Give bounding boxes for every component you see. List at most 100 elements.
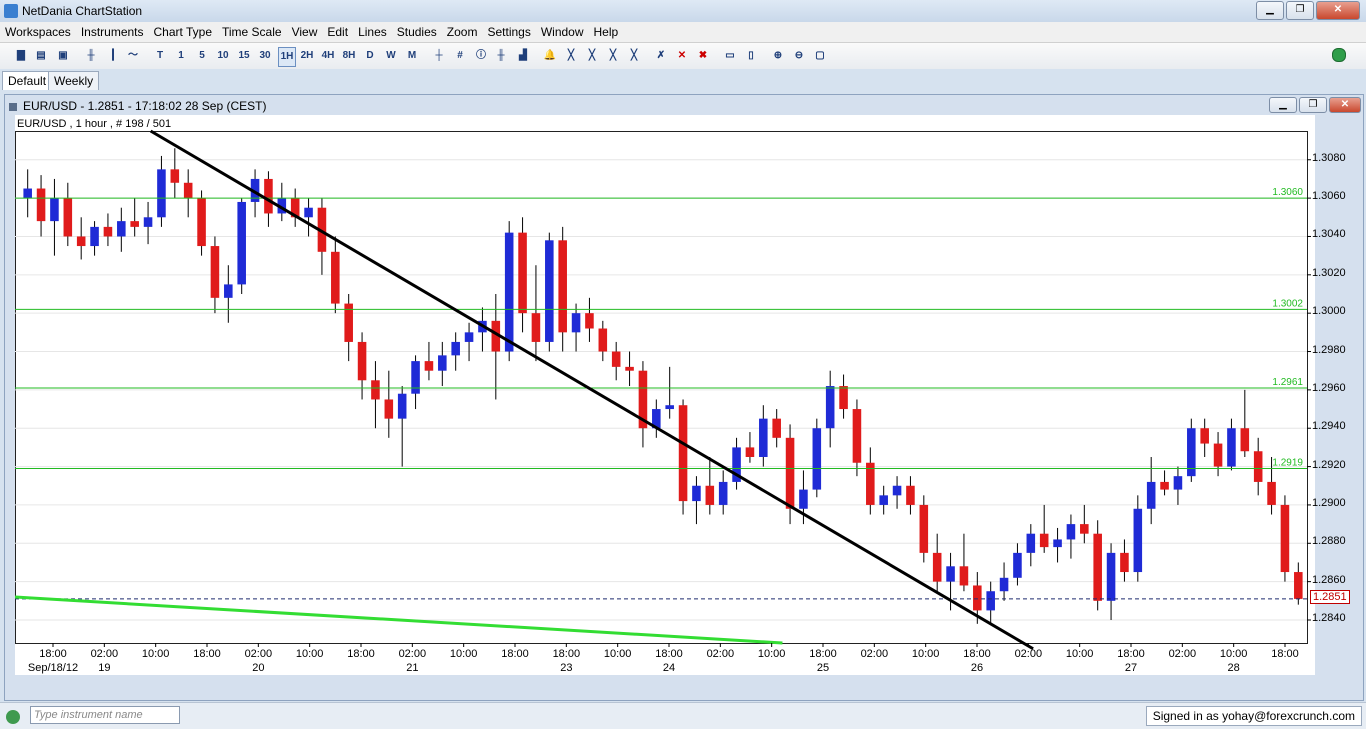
y-tick-label: 1.3040 bbox=[1312, 228, 1346, 241]
timeframe-m[interactable]: M bbox=[404, 47, 420, 65]
timeframe-10[interactable]: 10 bbox=[215, 47, 231, 65]
delete-all-icon[interactable]: ✖ bbox=[694, 47, 712, 65]
channel-tool-icon[interactable]: ╳ bbox=[583, 47, 601, 65]
app-title: NetDania ChartStation bbox=[22, 4, 143, 18]
candle-down bbox=[1267, 481, 1276, 505]
x-time-label: 02:00 bbox=[861, 648, 889, 660]
x-time-label: 10:00 bbox=[296, 648, 324, 660]
menu-zoom[interactable]: Zoom bbox=[442, 22, 483, 42]
timeframe-15[interactable]: 15 bbox=[236, 47, 252, 65]
studies-icon[interactable]: ▟ bbox=[514, 47, 532, 65]
menu-window[interactable]: Window bbox=[536, 22, 589, 42]
timeframe-5[interactable]: 5 bbox=[194, 47, 210, 65]
candle-up bbox=[799, 489, 808, 509]
menu-settings[interactable]: Settings bbox=[482, 22, 535, 42]
candle-chart-type-icon[interactable]: ┃ bbox=[104, 47, 122, 65]
delete-line-icon[interactable]: ✗ bbox=[652, 47, 670, 65]
crosshair-icon[interactable]: ┼ bbox=[430, 47, 448, 65]
tab-default[interactable]: Default bbox=[2, 71, 53, 90]
instrument-search-input[interactable] bbox=[30, 706, 180, 724]
candle-down bbox=[76, 236, 86, 247]
x-time-label: 10:00 bbox=[1066, 648, 1094, 660]
bar-chart-type-icon[interactable]: ╫ bbox=[82, 47, 100, 65]
save-icon[interactable]: ▣ bbox=[54, 47, 72, 65]
timeframe-w[interactable]: W bbox=[383, 47, 399, 65]
menu-time-scale[interactable]: Time Scale bbox=[217, 22, 287, 42]
signed-in-status: Signed in as yohay@forexcrunch.com bbox=[1145, 706, 1362, 726]
timeframe-30[interactable]: 30 bbox=[257, 47, 273, 65]
trendline-tool-icon[interactable]: ╳ bbox=[562, 47, 580, 65]
menu-workspaces[interactable]: Workspaces bbox=[0, 22, 76, 42]
timeframe-8h[interactable]: 8H bbox=[341, 47, 357, 65]
level-label: 1.3002 bbox=[1272, 298, 1303, 309]
candle-down bbox=[678, 405, 688, 502]
chart-window-controls: ▁ ❐ ✕ bbox=[1269, 97, 1361, 113]
chart-close-button[interactable]: ✕ bbox=[1329, 97, 1361, 113]
search-icon bbox=[6, 710, 20, 724]
delete-selected-icon[interactable]: ✕ bbox=[673, 47, 691, 65]
candle-down bbox=[1280, 504, 1290, 573]
plot-area[interactable]: 1.3060 1.3002 1.2961 1.2919 EUR/USD , 1 hour… bbox=[15, 115, 1315, 675]
fibonacci-tool-icon[interactable]: ╳ bbox=[604, 47, 622, 65]
menu-help[interactable]: Help bbox=[589, 22, 624, 42]
timeframe-4h[interactable]: 4H bbox=[320, 47, 336, 65]
timeframe-t[interactable]: T bbox=[152, 47, 168, 65]
candle-down bbox=[1294, 572, 1303, 599]
level-label: 1.2961 bbox=[1272, 377, 1303, 388]
menu-instruments[interactable]: Instruments bbox=[76, 22, 149, 42]
candle-up bbox=[117, 221, 126, 237]
timeframe-2h[interactable]: 2H bbox=[299, 47, 315, 65]
menu-studies[interactable]: Studies bbox=[392, 22, 442, 42]
menu-view[interactable]: View bbox=[287, 22, 323, 42]
menu-chart-type[interactable]: Chart Type bbox=[149, 22, 217, 42]
print-preview-icon[interactable]: ▯ bbox=[742, 47, 760, 65]
line-chart-type-icon[interactable]: 〜 bbox=[124, 47, 142, 65]
candle-up bbox=[1227, 428, 1236, 467]
candle-down bbox=[36, 188, 46, 222]
current-price-badge: 1.2851 bbox=[1310, 589, 1350, 604]
timeframe-1h[interactable]: 1H bbox=[278, 47, 296, 67]
print-icon[interactable]: ▭ bbox=[721, 47, 739, 65]
candle-down bbox=[1093, 533, 1102, 601]
zoom-in-icon[interactable]: ⊕ bbox=[769, 47, 787, 65]
menu-edit[interactable]: Edit bbox=[322, 22, 353, 42]
new-chart-icon[interactable]: ▇ bbox=[12, 47, 30, 65]
timeframe-d[interactable]: D bbox=[362, 47, 378, 65]
x-date-label: Sep/18/12 bbox=[28, 662, 78, 674]
candle-down bbox=[384, 399, 394, 419]
zoom-reset-icon[interactable]: ▢ bbox=[811, 47, 829, 65]
open-icon[interactable]: ▤ bbox=[32, 47, 50, 65]
chart-minimize-button[interactable]: ▁ bbox=[1269, 97, 1297, 113]
close-button[interactable]: ✕ bbox=[1316, 1, 1360, 20]
alert-bell-icon[interactable]: 🔔 bbox=[541, 47, 559, 65]
candle-up bbox=[879, 495, 888, 505]
candle-up bbox=[1053, 539, 1062, 548]
timeframe-1[interactable]: 1 bbox=[173, 47, 189, 65]
tab-weekly[interactable]: Weekly bbox=[48, 71, 100, 90]
menu-lines[interactable]: Lines bbox=[353, 22, 392, 42]
price-chart[interactable]: 1.3060 1.3002 1.2961 1.2919 EUR/USD , 1 hour… bbox=[15, 115, 1315, 675]
gann-tool-icon[interactable]: ╳ bbox=[625, 47, 643, 65]
candle-up bbox=[438, 355, 447, 371]
x-time-label: 02:00 bbox=[707, 648, 735, 660]
grid-icon[interactable]: # bbox=[451, 47, 469, 65]
x-date-label: 20 bbox=[252, 662, 264, 674]
x-time-label: 10:00 bbox=[912, 648, 940, 660]
candle-down bbox=[598, 328, 608, 352]
info-icon[interactable]: ⓘ bbox=[472, 47, 490, 65]
volume-icon[interactable]: ╫ bbox=[492, 47, 510, 65]
x-time-label: 18:00 bbox=[655, 648, 683, 660]
x-time-label: 18:00 bbox=[1117, 648, 1145, 660]
maximize-button[interactable]: ❐ bbox=[1286, 1, 1314, 20]
candle-down bbox=[1253, 451, 1263, 482]
candle-up bbox=[692, 485, 701, 502]
minimize-button[interactable]: ▁ bbox=[1256, 1, 1284, 20]
x-time-label: 18:00 bbox=[963, 648, 991, 660]
candle-down bbox=[1080, 524, 1089, 534]
chart-restore-button[interactable]: ❐ bbox=[1299, 97, 1327, 113]
candle-down bbox=[785, 437, 795, 509]
zoom-out-icon[interactable]: ⊖ bbox=[790, 47, 808, 65]
candle-down bbox=[959, 566, 969, 586]
candle-up bbox=[1066, 524, 1076, 540]
x-time-label: 10:00 bbox=[450, 648, 478, 660]
